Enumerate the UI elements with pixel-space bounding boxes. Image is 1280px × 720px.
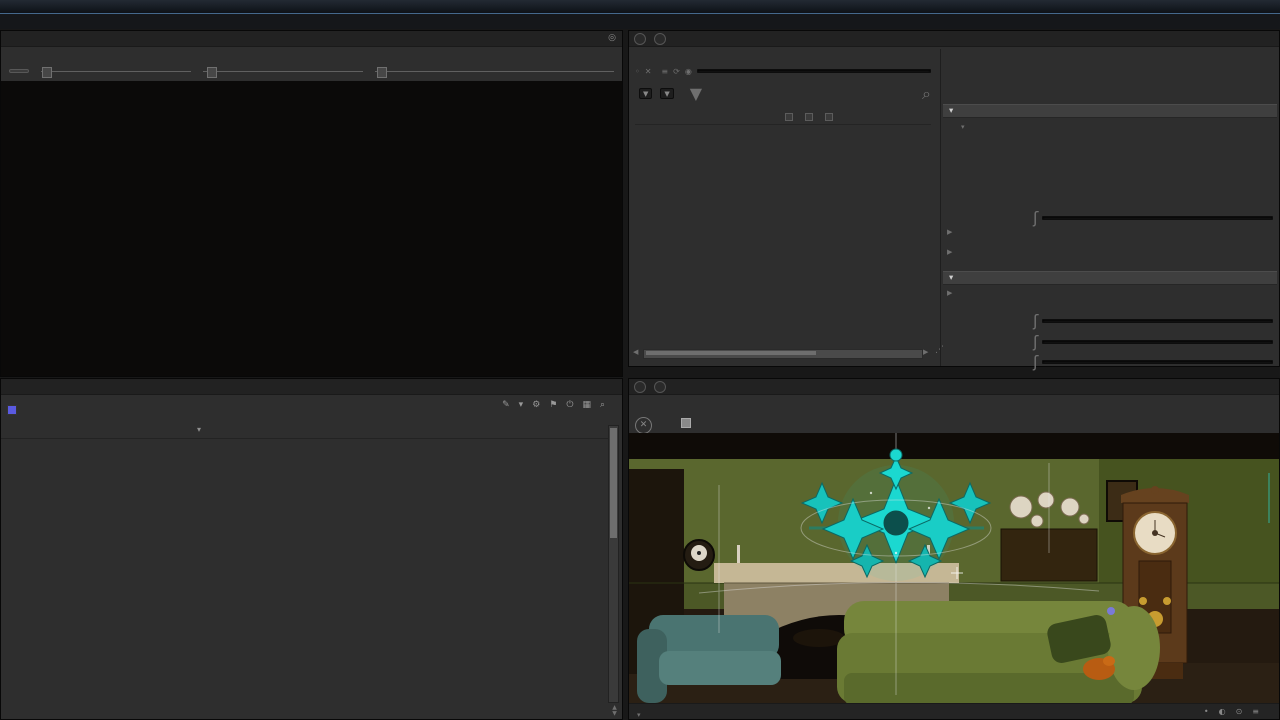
back-icon[interactable] xyxy=(634,381,646,393)
search-icon[interactable]: ⌕ xyxy=(922,84,931,104)
far-row: ʃ xyxy=(947,352,1273,371)
node-name-field[interactable] xyxy=(696,69,931,73)
node-delete-icon[interactable]: ✕ xyxy=(645,67,652,76)
pane-options-icon[interactable]: ◎ xyxy=(608,33,616,43)
expand-to-dropdown-icon[interactable]: ▼ xyxy=(690,84,702,103)
forward-icon[interactable] xyxy=(654,381,667,393)
profile-select[interactable]: ▼ xyxy=(639,88,653,99)
back-icon[interactable] xyxy=(634,33,646,45)
optix-controls xyxy=(1,61,622,81)
forward-icon[interactable] xyxy=(654,33,667,45)
viewer-menubar xyxy=(633,396,1279,410)
node-toggle-icon[interactable]: ◦ xyxy=(635,67,640,76)
parameters-pane: ◦ ✕ ≡ ⟳ ◉ ▼ ▼ ▼ ⌕ ◀ ▶ ▾ ▾ ʃ ▶ ▶ ▾ ▶ ʃ ʃ … xyxy=(628,30,1280,371)
scale-row: ▶ xyxy=(947,248,1277,256)
menubar xyxy=(0,14,1280,29)
solo-column-icon[interactable] xyxy=(805,113,813,121)
viewer-overlay-row: ✕ xyxy=(635,412,1279,434)
point-cloud-render[interactable] xyxy=(1,81,622,376)
screenwindow-expander-icon[interactable]: ▶ xyxy=(947,289,952,297)
node-link-icon[interactable]: ≡ xyxy=(661,67,668,76)
monitor-tabrow: ◎ xyxy=(1,31,622,47)
scenegraph-toolbar: ✎▾⚙⚑⏻▦⌕ xyxy=(7,399,616,415)
translate-group-header[interactable]: ▾ xyxy=(961,123,1273,131)
view-section-header[interactable]: ▾ xyxy=(943,271,1277,285)
scenegraph-vscrollbar[interactable] xyxy=(608,425,619,703)
scenegraph-column-header: ▾ xyxy=(1,425,608,439)
katana-window: ◎ ◦ ✕ ≡ ⟳ ◉ ▼ ▼ ▼ ⌕ ◀ ▶ ▾ ▾ ʃ ▶ ▶ ▾ ▶ ʃ … xyxy=(0,0,1280,720)
offset-slider[interactable] xyxy=(203,66,363,78)
keyframe-icon[interactable]: ʃ xyxy=(1033,352,1038,371)
object-subpane: ▾ ▾ ʃ ▶ ▶ ▾ ▶ ʃ ʃ ʃ xyxy=(941,31,1279,371)
viewer-bottombar-icons[interactable]: •◐⊙≡ xyxy=(1204,704,1269,719)
gaffer-node-header: ◦ ✕ ≡ ⟳ ◉ xyxy=(635,63,931,79)
node-color-icon xyxy=(7,404,17,415)
pivot-point xyxy=(1107,607,1115,615)
scroll-right-icon[interactable]: ▶ xyxy=(923,348,928,356)
lock-column-icon[interactable] xyxy=(825,113,833,121)
near-row: ʃ xyxy=(947,332,1273,351)
near-field[interactable] xyxy=(1042,339,1273,344)
titlebar[interactable] xyxy=(0,0,1280,14)
rotate-expander-icon[interactable]: ▶ xyxy=(947,228,952,236)
rotate-row: ▶ xyxy=(947,228,1277,236)
viewer-pane: ✕ ▾ •◐⊙≡ xyxy=(628,378,1280,720)
sync-selection-select[interactable]: ▼ xyxy=(660,88,674,99)
scale-expander-icon[interactable]: ▶ xyxy=(947,248,952,256)
3d-viewport[interactable] xyxy=(629,433,1279,705)
far-field[interactable] xyxy=(1042,359,1273,364)
fov-row: ʃ xyxy=(947,311,1273,330)
interactive-checkbox[interactable] xyxy=(681,417,692,428)
scenegraph-pane: ✎▾⚙⚑⏻▦⌕ ▾ ▲ ▼ xyxy=(0,378,623,720)
viewer-bottombar: ▾ •◐⊙≡ xyxy=(629,703,1279,719)
gaffer-filter-row: ▼ ▼ ▼ ⌕ xyxy=(635,84,931,104)
gaffer-hscrollbar[interactable] xyxy=(643,349,923,359)
viewer-tabrow xyxy=(629,379,1279,395)
fov-field[interactable] xyxy=(1042,318,1273,323)
keyframe-icon[interactable]: ʃ xyxy=(1033,311,1038,330)
coi-field[interactable] xyxy=(1042,215,1273,220)
workingset-dropdown[interactable]: ▾ xyxy=(197,425,201,434)
coi-row: ʃ xyxy=(947,208,1273,227)
mute-column-icon[interactable] xyxy=(785,113,793,121)
screenwindow-row: ▶ xyxy=(947,289,1277,297)
scenegraph-tabrow xyxy=(1,379,622,395)
roughness-slider[interactable] xyxy=(375,66,614,78)
scroll-left-icon[interactable]: ◀ xyxy=(633,348,638,356)
keyframe-icon[interactable]: ʃ xyxy=(1033,332,1038,351)
transform-section-header[interactable]: ▾ xyxy=(943,104,1277,118)
monitor-pane: ◎ xyxy=(0,30,623,377)
aperture-slider[interactable] xyxy=(41,66,191,78)
scenegraph-toolbar-icons[interactable]: ✎▾⚙⚑⏻▦⌕ xyxy=(502,400,614,410)
node-pin-icon[interactable]: ◉ xyxy=(685,67,692,76)
gaffer-column-header xyxy=(635,111,931,125)
scroll-arrows-icon[interactable]: ▲ ▼ xyxy=(610,705,619,717)
options-dropdown[interactable]: ▾ xyxy=(637,710,641,720)
interrupt-render-icon[interactable]: ✕ xyxy=(635,417,652,434)
olive-couch xyxy=(837,601,1160,705)
keyframe-icon[interactable]: ʃ xyxy=(1033,208,1038,227)
node-refresh-icon[interactable]: ⟳ xyxy=(673,67,680,76)
debug-button[interactable] xyxy=(9,69,29,73)
